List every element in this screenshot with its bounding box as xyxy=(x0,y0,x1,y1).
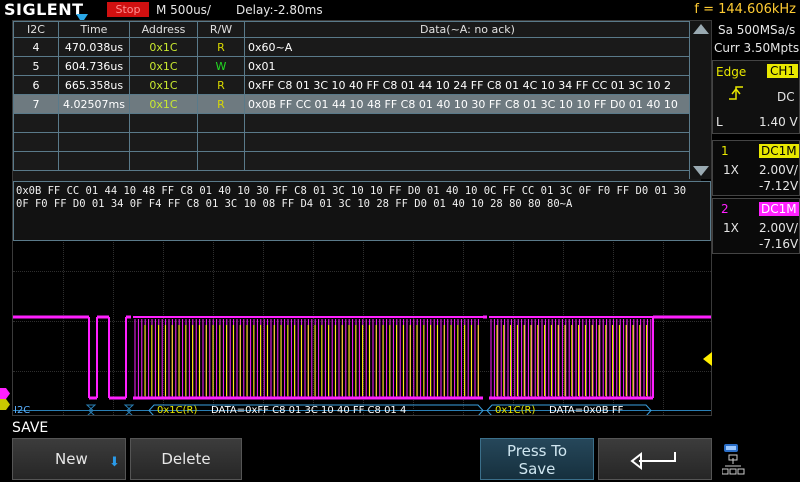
table-row[interactable]: 4 470.038us 0x1C R 0x60~A xyxy=(13,37,691,57)
row-rw: R xyxy=(197,37,245,57)
row-address: 0x1C xyxy=(129,37,198,57)
decode-bus-label: I2C xyxy=(14,405,31,416)
menu-title: SAVE xyxy=(12,420,49,436)
row-rw: R xyxy=(197,94,245,114)
table-row[interactable]: 5 604.736us 0x1C W 0x01 xyxy=(13,56,691,76)
ch2-ground-marker-icon[interactable] xyxy=(0,388,10,399)
row-time: 4.02507ms xyxy=(58,94,130,114)
siglent-logo: SIGLENT xyxy=(4,0,84,19)
column-header: Time xyxy=(58,21,130,38)
row-index: 5 xyxy=(13,56,59,76)
trigger-coupling: DC xyxy=(777,90,795,104)
row-rw: R xyxy=(197,75,245,95)
table-header-row: I2C Time Address R/W Data(~A: no ack) xyxy=(13,21,691,38)
decode-frame-data: DATA=0xFF C8 01 3C 10 40 FF C8 01 4 xyxy=(211,405,407,416)
row-data: 0xFF C8 01 3C 10 40 FF C8 01 44 10 24 FF… xyxy=(244,75,691,95)
row-index: 7 xyxy=(13,94,59,114)
right-info-panel: Sa 500MSa/s Curr 3.50Mpts Edge CH1 DC L … xyxy=(712,20,800,416)
detail-line: 0F F0 FF D0 01 34 0F F4 FF C8 01 3C 10 0… xyxy=(16,198,573,210)
back-arrow-icon xyxy=(630,451,676,471)
decode-detail-pane: 0x0B FF CC 01 44 10 48 FF C8 01 40 10 30… xyxy=(13,181,711,241)
ch2-probe: 1X xyxy=(723,221,739,235)
trigger-type: Edge xyxy=(716,65,747,79)
waveform-traces xyxy=(13,315,711,400)
scroll-down-arrow-icon[interactable] xyxy=(693,166,709,176)
table-scrollbar[interactable] xyxy=(689,21,711,179)
ch1-scale: 2.00V/ xyxy=(759,163,798,177)
trigger-info-block[interactable]: Edge CH1 DC L 1.40 V xyxy=(712,60,800,134)
row-address: 0x1C xyxy=(129,56,198,76)
table-row-empty xyxy=(13,113,691,133)
press-to-save-button[interactable]: Press To Save xyxy=(480,438,594,480)
press-to-save-label: Press To xyxy=(506,442,568,460)
delete-button-label: Delete xyxy=(161,450,211,468)
table-row[interactable]: 6 665.358us 0x1C R 0xFF C8 01 3C 10 40 F… xyxy=(13,75,691,95)
run-stop-status-badge[interactable]: Stop xyxy=(107,2,149,17)
down-arrow-icon: ⬇ xyxy=(109,455,120,470)
column-header: I2C xyxy=(13,21,59,38)
i2c-decode-bar: I2C 0x1C(R) DATA=0xFF C8 01 3C 10 40 FF … xyxy=(13,404,711,416)
ch2-offset: -7.16V xyxy=(759,237,799,251)
row-index: 4 xyxy=(13,37,59,57)
trigger-rising-edge-icon xyxy=(729,86,743,100)
column-header: R/W xyxy=(197,21,245,38)
frequency-counter: f = 144.606kHz xyxy=(694,2,796,17)
ch2-scale: 2.00V/ xyxy=(759,221,798,235)
row-data: 0x0B FF CC 01 44 10 48 FF C8 01 40 10 30… xyxy=(244,94,691,114)
trigger-level: 1.40 V xyxy=(759,115,798,129)
row-data: 0x01 xyxy=(244,56,691,76)
detail-line: 0x0B FF CC 01 44 10 48 FF C8 01 40 10 30… xyxy=(16,185,687,197)
decode-event-table: I2C Time Address R/W Data(~A: no ack) 4 … xyxy=(13,21,711,181)
row-time: 470.038us xyxy=(58,37,130,57)
ch1-probe: 1X xyxy=(723,163,739,177)
table-row-empty xyxy=(13,132,691,152)
column-header: Data(~A: no ack) xyxy=(244,21,691,38)
timebase-readout[interactable]: M 500us/ xyxy=(156,0,211,20)
sample-rate: Sa 500MSa/s xyxy=(718,23,796,37)
trigger-level-label: L xyxy=(716,115,723,129)
column-header: Address xyxy=(129,21,198,38)
usb-network-icon xyxy=(721,442,748,478)
top-status-bar: SIGLENT Stop M 500us/ Delay:-2.80ms f = … xyxy=(0,0,800,23)
row-index: 6 xyxy=(13,75,59,95)
row-address: 0x1C xyxy=(129,94,198,114)
new-button[interactable]: New ⬇ xyxy=(12,438,126,480)
ch1-number: 1 xyxy=(721,144,729,158)
row-address: 0x1C xyxy=(129,75,198,95)
ch1-coupling: DC1M xyxy=(759,144,799,158)
row-time: 665.358us xyxy=(58,75,130,95)
scroll-up-arrow-icon[interactable] xyxy=(693,24,709,34)
decode-frame-data: DATA=0x0B FF xyxy=(549,405,624,416)
press-to-save-label: Save xyxy=(518,460,556,478)
delete-button[interactable]: Delete xyxy=(130,438,242,480)
memory-depth: Curr 3.50Mpts xyxy=(714,41,800,55)
decode-frame-address: 0x1C(R) xyxy=(157,405,198,416)
table-row-selected[interactable]: 7 4.02507ms 0x1C R 0x0B FF CC 01 44 10 4… xyxy=(13,94,691,114)
row-time: 604.736us xyxy=(58,56,130,76)
ch1-ground-marker-icon[interactable] xyxy=(0,399,10,410)
ch1-offset: -7.12V xyxy=(759,179,799,193)
trigger-level-marker-icon[interactable] xyxy=(703,352,712,366)
new-button-label: New xyxy=(55,450,88,468)
ch2-number: 2 xyxy=(721,202,729,216)
grid-line xyxy=(13,271,711,273)
decode-frame-address: 0x1C(R) xyxy=(495,405,536,416)
row-rw: W xyxy=(197,56,245,76)
waveform-display[interactable]: I2C Time Address R/W Data(~A: no ack) 4 … xyxy=(12,20,712,416)
delay-readout[interactable]: Delay:-2.80ms xyxy=(236,0,323,20)
trigger-source: CH1 xyxy=(767,64,799,78)
ch1-info-block[interactable]: 1 DC1M 1X 2.00V/ -7.12V xyxy=(712,140,800,196)
ch2-info-block[interactable]: 2 DC1M 1X 2.00V/ -7.16V xyxy=(712,198,800,254)
event-list-table: I2C Time Address R/W Data(~A: no ack) 4 … xyxy=(13,21,691,171)
ch2-coupling: DC1M xyxy=(759,202,799,216)
row-data: 0x60~A xyxy=(244,37,691,57)
back-button[interactable] xyxy=(598,438,712,480)
table-row-empty xyxy=(13,151,691,171)
